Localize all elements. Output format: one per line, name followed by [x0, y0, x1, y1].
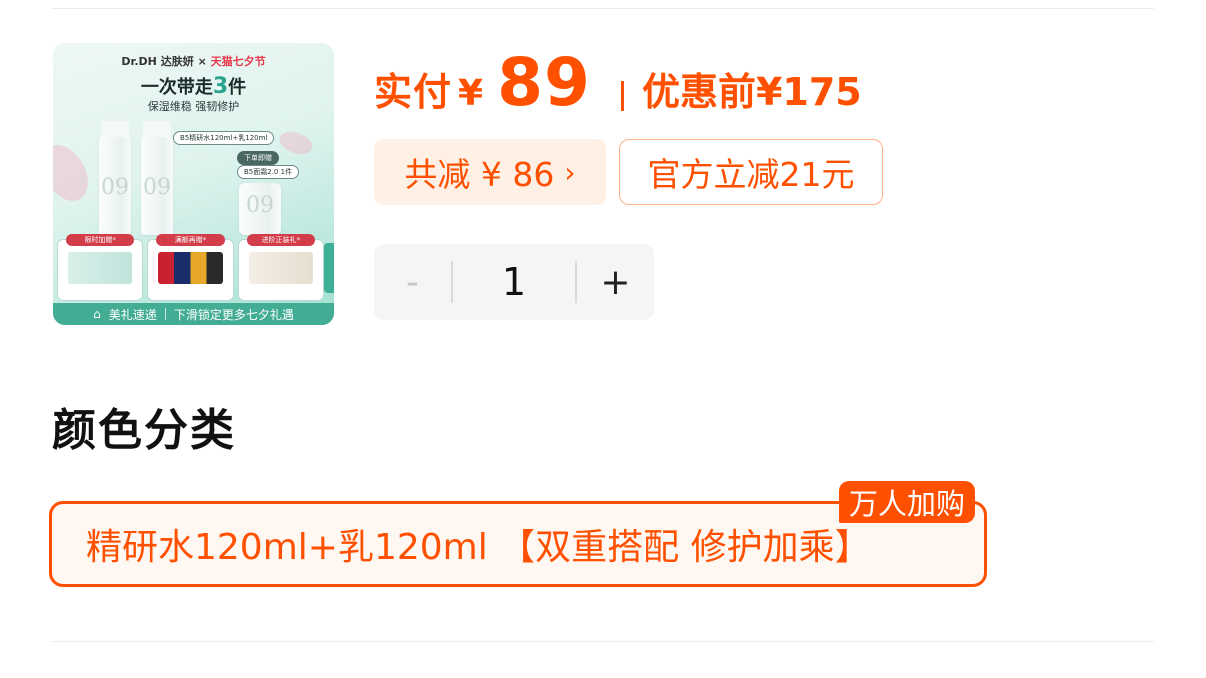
image-headline: 一次带走3件 — [53, 73, 334, 99]
popular-badge: 万人加购 — [839, 481, 976, 523]
total-discount-button[interactable]: 共减 ¥ 86 › — [374, 139, 606, 205]
top-divider — [52, 8, 1154, 9]
gift-title: 进阶正装礼* — [246, 234, 315, 246]
official-discount-label: 官方立减21元 — [647, 155, 855, 194]
paid-label: 实付 — [374, 70, 453, 114]
bottom-divider — [52, 641, 1154, 642]
chevron-right-icon: › — [564, 155, 576, 189]
cream-jar-image: 09 — [239, 183, 281, 235]
quantity-value[interactable]: 1 — [453, 260, 575, 304]
order-gift-tag: 下单即赠 — [237, 151, 279, 165]
variant-option-label: 精研水120ml+乳120ml 【双重搭配 修护加乘】 — [86, 527, 871, 568]
image-subline: 保湿维稳 强韧修护 — [147, 100, 240, 113]
image-footer-bar: ⌂ 美礼速递 下滑锁定更多七夕礼遇 — [53, 303, 334, 325]
total-discount-label: 共减 ¥ 86 — [404, 155, 555, 194]
side-tab — [324, 243, 334, 293]
gift-image — [248, 252, 313, 284]
price-divider — [620, 81, 624, 111]
bottle-note-pill: B5精研水120ml+乳120ml — [173, 131, 275, 145]
toner-bottle-image: 09 — [99, 121, 131, 235]
gift-title: 满额再赠* — [156, 234, 225, 246]
brand-name: Dr.DH 达肤妍 — [121, 55, 194, 68]
section-title: 颜色分类 — [52, 405, 236, 456]
currency-symbol: ¥ — [458, 73, 484, 114]
product-image[interactable]: Dr.DH 达肤妍 × 天猫七夕节 一次带走3件 保湿维稳 强韧修护 B5精研水… — [53, 43, 334, 325]
headline-suffix: 件 — [228, 77, 247, 98]
gift-title: 限时加赠* — [66, 234, 135, 246]
brand-line: Dr.DH 达肤妍 × 天猫七夕节 — [121, 55, 266, 68]
gift-icon: ⌂ — [93, 307, 101, 321]
gift-card: 满额再赠* — [147, 234, 234, 301]
footer-right-text: 下滑锁定更多七夕礼遇 — [173, 307, 294, 322]
gift-image — [68, 252, 133, 284]
price-line: 实付 ¥ 89 优惠前 ¥175 — [374, 44, 862, 124]
footer-separator — [164, 308, 166, 320]
headline-number: 3 — [212, 74, 229, 99]
increase-quantity-button[interactable]: + — [577, 244, 654, 320]
before-discount-label: 优惠前 — [641, 70, 756, 114]
gift-card: 进阶正装礼* — [237, 234, 324, 301]
decrease-quantity-button[interactable]: - — [374, 244, 451, 320]
headline-prefix: 一次带走 — [140, 77, 213, 98]
gift-image — [158, 252, 223, 284]
paid-amount: 89 — [497, 44, 591, 121]
official-discount-badge: 官方立减21元 — [619, 139, 883, 205]
gift-row: 限时加赠* 满额再赠* 进阶正装礼* — [57, 234, 324, 301]
footer-left-text: 美礼速递 — [108, 307, 157, 322]
order-gift-item: B5面霜2.0 1件 — [237, 165, 300, 179]
lotion-bottle-image: 09 — [141, 121, 173, 235]
before-discount-amount: ¥175 — [755, 70, 862, 114]
gift-card: 限时加赠* — [57, 234, 144, 301]
petal-decoration — [53, 137, 98, 209]
collab-name: 天猫七夕节 — [210, 55, 266, 68]
quantity-stepper: - 1 + — [374, 244, 654, 320]
petal-decoration — [276, 127, 316, 159]
